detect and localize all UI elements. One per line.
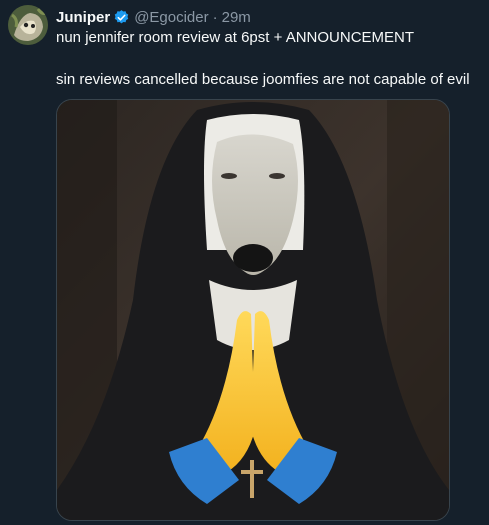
media-illustration (57, 100, 449, 520)
verified-badge-icon (113, 9, 130, 26)
tweet-text-line-1: nun jennifer room review at 6pst + ANNOU… (56, 29, 415, 46)
tweet-text-line-2: sin reviews cancelled because joomfies a… (56, 71, 470, 88)
user-handle[interactable]: @Egocider (134, 9, 208, 26)
separator-dot: · (212, 8, 218, 26)
avatar[interactable] (8, 5, 48, 45)
timestamp[interactable]: 29m (222, 9, 251, 26)
tweet: Juniper @Egocider · 29m nun jennifer roo… (0, 0, 489, 525)
tweet-header: Juniper @Egocider · 29m (56, 7, 251, 27)
display-name[interactable]: Juniper (56, 9, 110, 26)
avatar-image (8, 5, 48, 45)
tweet-media-image[interactable] (56, 99, 450, 521)
